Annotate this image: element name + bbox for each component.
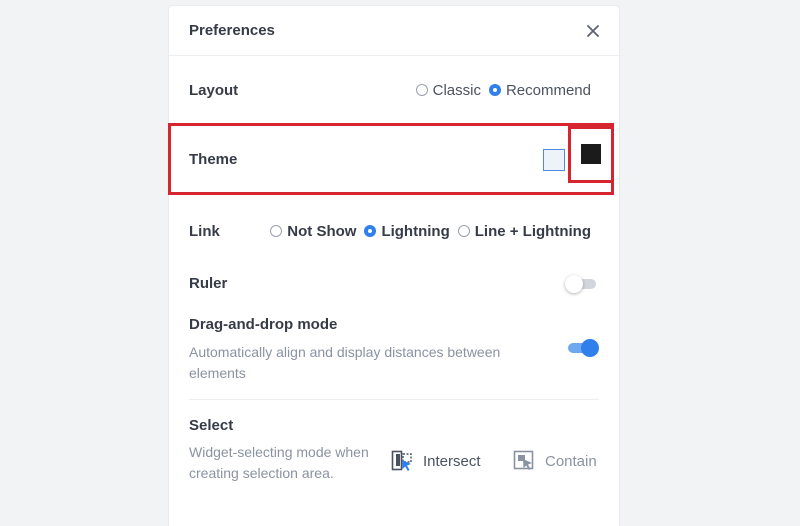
select-description: Widget-selecting mode when creating sele… xyxy=(189,444,369,481)
layout-row: Layout Classic Recommend xyxy=(189,80,591,100)
radio-checked-icon xyxy=(488,84,501,96)
contain-select-icon xyxy=(513,450,534,470)
dark-swatch-fill xyxy=(581,144,601,164)
theme-swatch-light[interactable] xyxy=(543,149,565,171)
theme-row: Theme xyxy=(168,123,615,195)
link-row: Link Not Show Lightning Line + Lightning xyxy=(189,221,591,241)
ruler-label: Ruler xyxy=(189,274,228,292)
close-icon[interactable] xyxy=(586,24,600,38)
toggle-knob xyxy=(581,339,599,357)
layout-radio-recommend[interactable]: Recommend xyxy=(488,81,591,99)
radio-label: Recommend xyxy=(505,81,591,99)
ruler-toggle[interactable] xyxy=(565,275,597,293)
select-mode-label: Intersect xyxy=(423,452,481,470)
layout-label: Layout xyxy=(189,81,239,99)
radio-label: Lightning xyxy=(381,222,450,240)
drag-drop-description: Automatically align and display distance… xyxy=(189,344,501,381)
drag-drop-label: Drag-and-drop mode xyxy=(189,316,338,333)
layout-radio-group: Classic Recommend xyxy=(408,82,591,99)
radio-label: Line + Lightning xyxy=(474,222,591,240)
radio-label: Classic xyxy=(432,81,481,99)
radio-unchecked-icon xyxy=(457,225,470,237)
radio-label: Not Show xyxy=(287,222,357,240)
select-mode-intersect[interactable]: Intersect xyxy=(391,450,481,472)
link-radio-line-lightning[interactable]: Line + Lightning xyxy=(457,222,591,240)
link-radio-group: Not Show Lightning Line + Lightning xyxy=(262,223,591,240)
radio-unchecked-icon xyxy=(415,84,428,96)
panel-title: Preferences xyxy=(189,22,275,39)
radio-unchecked-icon xyxy=(270,225,283,237)
link-radio-lightning[interactable]: Lightning xyxy=(364,222,450,240)
drag-drop-toggle[interactable] xyxy=(565,339,599,357)
link-label: Link xyxy=(189,222,220,240)
intersect-select-icon xyxy=(391,450,412,471)
select-mode-label: Contain xyxy=(545,452,597,470)
link-radio-not-show[interactable]: Not Show xyxy=(270,223,356,240)
theme-label: Theme xyxy=(189,151,238,168)
layout-radio-classic[interactable]: Classic xyxy=(415,81,481,99)
preferences-panel: Preferences Layout Classic Recommend The… xyxy=(168,6,619,526)
divider xyxy=(189,399,599,400)
select-label: Select xyxy=(189,417,234,434)
select-mode-contain[interactable]: Contain xyxy=(513,450,597,472)
radio-checked-icon xyxy=(364,225,377,237)
ruler-row: Ruler xyxy=(189,273,597,293)
panel-header: Preferences xyxy=(169,6,619,56)
toggle-knob xyxy=(565,275,583,293)
theme-swatch-dark[interactable] xyxy=(568,126,614,183)
